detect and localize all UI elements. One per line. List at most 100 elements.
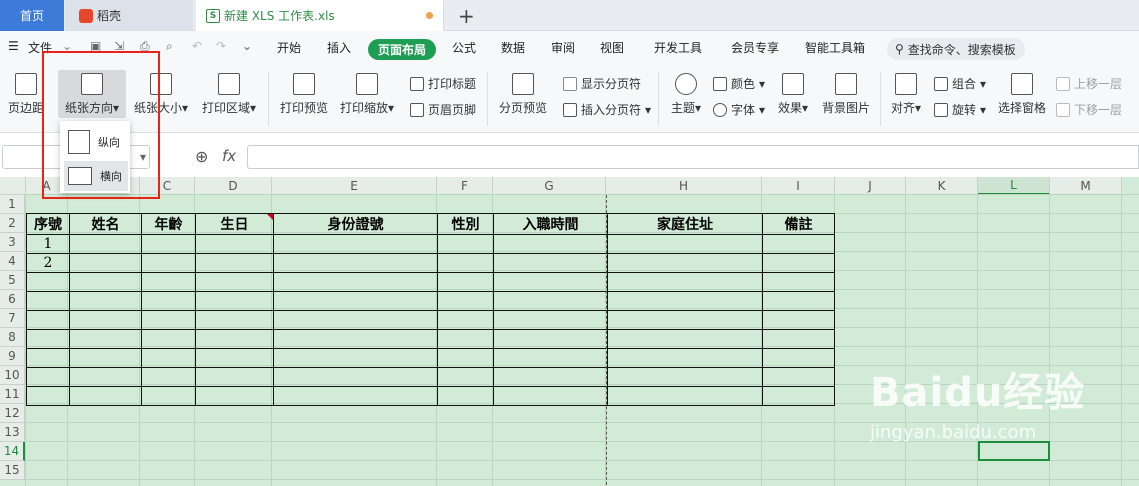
header-cell[interactable]: 家庭住址 <box>607 213 763 235</box>
table-cell[interactable] <box>195 386 274 406</box>
table-cell[interactable] <box>141 329 196 349</box>
fx-icon[interactable]: fx <box>222 147 236 165</box>
redo-icon[interactable]: ↷ <box>216 39 226 53</box>
color-button[interactable]: 颜色 ▾ <box>713 75 765 92</box>
row-header[interactable]: 2 <box>0 214 25 233</box>
column-header[interactable]: G <box>493 177 606 195</box>
table-cell[interactable] <box>26 291 70 311</box>
table-cell[interactable] <box>437 348 494 368</box>
menu-smart-tools[interactable]: 智能工具箱 <box>805 39 865 56</box>
table-cell[interactable]: 2 <box>26 253 70 273</box>
table-cell[interactable] <box>195 272 274 292</box>
column-header[interactable]: J <box>835 177 906 195</box>
new-tab-plus-icon[interactable]: + <box>458 4 475 28</box>
print-area-button[interactable]: 打印区域▾ <box>198 73 260 116</box>
table-cell[interactable] <box>273 234 438 254</box>
menu-review[interactable]: 审阅 <box>551 39 575 56</box>
table-cell[interactable] <box>762 329 835 349</box>
table-cell[interactable] <box>273 291 438 311</box>
table-cell[interactable] <box>493 272 608 292</box>
table-cell[interactable] <box>26 329 70 349</box>
table-cell[interactable] <box>762 310 835 330</box>
row-header[interactable]: 13 <box>0 423 25 442</box>
column-header[interactable]: E <box>272 177 437 195</box>
table-cell[interactable] <box>69 310 142 330</box>
table-cell[interactable] <box>437 272 494 292</box>
header-cell[interactable]: 生日 <box>195 213 274 235</box>
table-cell[interactable] <box>26 367 70 387</box>
menu-formula[interactable]: 公式 <box>452 39 476 56</box>
table-cell[interactable] <box>437 234 494 254</box>
table-cell[interactable] <box>141 272 196 292</box>
table-cell[interactable] <box>141 234 196 254</box>
search-box[interactable]: ⚲ 查找命令、搜索模板 <box>887 38 1025 60</box>
table-cell[interactable] <box>437 291 494 311</box>
table-cell[interactable] <box>273 348 438 368</box>
table-cell[interactable] <box>762 253 835 273</box>
table-cell[interactable] <box>607 272 763 292</box>
table-cell[interactable] <box>141 348 196 368</box>
table-cell[interactable] <box>493 329 608 349</box>
table-cell[interactable] <box>607 291 763 311</box>
header-cell[interactable]: 身份證號 <box>273 213 438 235</box>
table-cell[interactable] <box>26 272 70 292</box>
table-cell[interactable] <box>195 234 274 254</box>
header-footer-button[interactable]: 页眉页脚 <box>410 101 476 118</box>
table-cell[interactable] <box>141 310 196 330</box>
table-cell[interactable] <box>762 234 835 254</box>
show-page-breaks-checkbox[interactable]: 显示分页符 <box>563 75 641 92</box>
table-cell[interactable] <box>69 291 142 311</box>
header-cell[interactable]: 序號 <box>26 213 70 235</box>
row-header[interactable]: 8 <box>0 328 25 347</box>
insert-page-break-button[interactable]: 插入分页符 ▾ <box>563 101 651 118</box>
row-header[interactable]: 15 <box>0 461 25 480</box>
table-cell[interactable] <box>69 367 142 387</box>
table-cell[interactable] <box>607 234 763 254</box>
table-cell[interactable] <box>195 291 274 311</box>
table-cell[interactable] <box>493 310 608 330</box>
table-cell[interactable] <box>607 367 763 387</box>
column-header[interactable]: H <box>606 177 762 195</box>
menu-page-layout[interactable]: 页面布局 <box>368 39 436 60</box>
row-header[interactable]: 9 <box>0 347 25 366</box>
send-backward-button[interactable]: 下移一层 <box>1056 101 1122 118</box>
column-header[interactable]: K <box>906 177 978 195</box>
row-header[interactable]: 10 <box>0 366 25 385</box>
menu-view[interactable]: 视图 <box>600 39 624 56</box>
print-titles-button[interactable]: 打印标题 <box>410 75 476 92</box>
table-cell[interactable] <box>607 310 763 330</box>
table-cell[interactable] <box>69 329 142 349</box>
table-cell[interactable] <box>69 234 142 254</box>
table-cell[interactable] <box>437 253 494 273</box>
header-cell[interactable]: 入職時間 <box>493 213 608 235</box>
table-cell[interactable] <box>762 367 835 387</box>
tab-document[interactable]: S 新建 XLS 工作表.xls <box>196 0 444 31</box>
table-cell[interactable] <box>607 253 763 273</box>
table-cell[interactable] <box>493 234 608 254</box>
table-cell[interactable] <box>195 253 274 273</box>
table-cell[interactable] <box>141 291 196 311</box>
table-cell[interactable] <box>26 348 70 368</box>
theme-button[interactable]: 主题▾ <box>668 73 704 116</box>
table-cell[interactable] <box>195 310 274 330</box>
table-cell[interactable] <box>762 291 835 311</box>
table-cell[interactable] <box>762 386 835 406</box>
table-cell[interactable] <box>437 329 494 349</box>
table-cell[interactable] <box>195 367 274 387</box>
table-cell[interactable] <box>607 329 763 349</box>
preview-icon[interactable]: ⌕ <box>166 39 173 54</box>
table-cell[interactable] <box>26 310 70 330</box>
row-header[interactable]: 11 <box>0 385 25 404</box>
table-cell[interactable] <box>141 253 196 273</box>
column-header[interactable]: I <box>762 177 835 195</box>
row-header[interactable]: 6 <box>0 290 25 309</box>
tab-home[interactable]: 首页 <box>0 0 64 31</box>
row-header[interactable]: 12 <box>0 404 25 423</box>
selection-pane-button[interactable]: 选择窗格 <box>996 73 1048 116</box>
table-cell[interactable] <box>273 329 438 349</box>
table-cell[interactable] <box>273 367 438 387</box>
group-button[interactable]: 组合 ▾ <box>934 75 986 92</box>
table-cell[interactable] <box>493 386 608 406</box>
row-header[interactable]: 14 <box>0 442 25 461</box>
rotate-button[interactable]: 旋转 ▾ <box>934 101 986 118</box>
